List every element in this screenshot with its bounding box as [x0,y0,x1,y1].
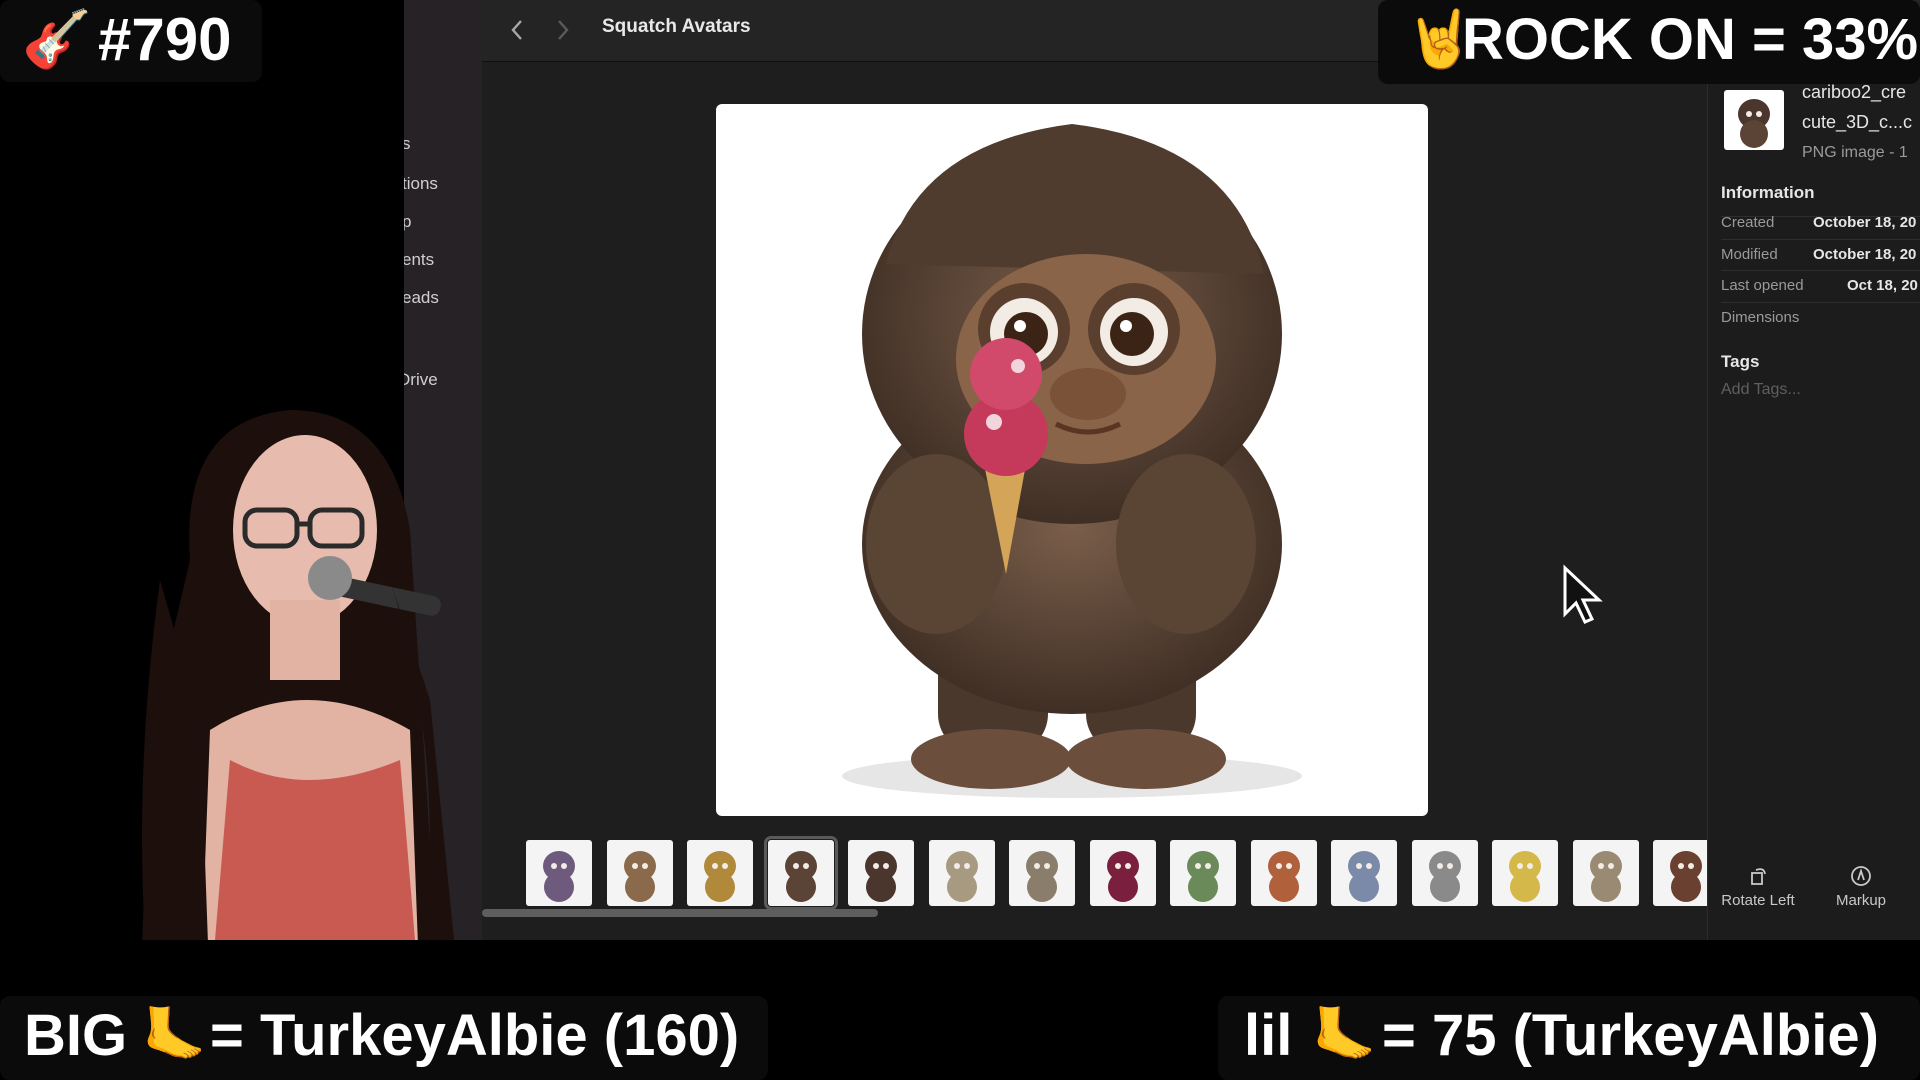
created-value: October 18, 20 [1813,214,1917,231]
episode-number: #790 [98,6,232,73]
sasquatch-thumbnail [784,851,817,902]
sasquatch-thumbnail [865,851,897,902]
lil-value: = 75 (TurkeyAlbie) [1382,1003,1879,1068]
scrollbar-thumb[interactable] [482,909,878,917]
image-preview [716,104,1428,816]
file-name-line2: cute_3D_c...c [1802,112,1913,132]
chevron-left-icon [511,20,522,40]
file-kind: PNG image - 1 [1802,144,1908,161]
sasquatch-thumbnail [1509,851,1541,902]
file-thumbnail [1724,90,1784,150]
big-label: BIG [24,1003,128,1068]
rotate-left-button[interactable]: Rotate Left [1708,864,1808,909]
foot-icon: 🦶 [1312,1006,1377,1064]
divider [1721,302,1920,303]
finder-window: s tions p ents eads Drive Squatch Avatar… [404,0,1920,940]
markup-label: Markup [1835,892,1887,909]
last-opened-value: Oct 18, 20 [1847,277,1918,294]
thumbnail-item[interactable] [606,840,673,906]
sasquatch-thumbnail [1267,851,1300,902]
modified-label: Modified [1721,246,1778,263]
rotate-left-label: Rotate Left [1721,892,1795,909]
information-heading: Information [1721,183,1815,202]
thumbnail-item[interactable] [1492,840,1558,906]
sidebar-item[interactable]: tions [404,174,438,194]
thumbnail-item[interactable] [1009,840,1075,906]
sasquatch-thumbnail [1348,851,1380,902]
thumbnail-item[interactable] [1411,840,1478,906]
dimensions-label: Dimensions [1721,309,1800,326]
forward-button[interactable] [548,12,578,48]
sasquatch-thumbnail [704,851,736,902]
mouse-cursor-icon [1563,564,1603,624]
thumbnail-item[interactable] [1089,840,1156,906]
sidebar-item[interactable]: p [404,212,411,232]
sasquatch-thumbnail [1428,851,1461,902]
thumbnail-item[interactable] [1250,840,1317,906]
sasquatch-thumbnail [1026,851,1058,902]
lil-label: lil [1244,1003,1293,1068]
sidebar-item[interactable]: Drive [404,370,438,390]
file-name-line1: cariboo2_cre [1802,82,1907,102]
thumbnail-item[interactable] [1170,840,1236,906]
thumbnail-item[interactable] [848,840,914,906]
tags-heading: Tags [1721,352,1760,371]
thumbnail-item[interactable] [1331,840,1397,906]
sasquatch-thumbnail [543,851,575,902]
thumbnail-item[interactable] [928,840,995,906]
sasquatch-thumbnail [1187,851,1219,902]
chevron-right-icon [558,20,569,40]
sasquatch-thumbnail [1589,851,1622,902]
horizontal-scrollbar[interactable] [482,906,1707,918]
sasquatch-thumbnail [1106,851,1139,902]
sasquatch-thumbnail [1738,99,1770,148]
sasquatch-thumbnail [623,851,656,902]
divider [1721,270,1920,271]
sasquatch-image [842,124,1302,798]
rock-on-text: ROCK ON = 33% [1462,7,1919,72]
add-tags-input[interactable]: Add Tags... [1721,381,1801,399]
sidebar-item[interactable]: s [404,134,411,154]
thumbnail-item[interactable] [763,836,838,910]
guitar-icon: 🎸 [22,7,92,70]
sidebar-item[interactable]: ents [404,250,434,270]
back-button[interactable] [502,12,532,48]
last-opened-label: Last opened [1721,277,1804,294]
big-value: = TurkeyAlbie (160) [210,1003,740,1068]
thumbnail-item[interactable] [687,840,753,906]
created-label: Created [1721,214,1775,231]
window-title: Squatch Avatars [602,16,751,37]
modified-value: October 18, 20 [1813,246,1917,263]
rotate-left-icon [1751,868,1766,885]
inspector-panel: cariboo2_cre cute_3D_c...c PNG image - 1… [1707,62,1920,940]
webcam-streamer [140,410,460,1000]
foot-icon: 🦶 [142,1006,207,1064]
markup-icon [1851,866,1871,886]
thumbnail-item[interactable] [526,840,592,906]
sidebar-item[interactable]: eads [404,288,439,308]
markup-button[interactable]: Markup [1811,864,1911,909]
thumbnail-item[interactable] [1572,840,1639,906]
gallery-content [482,62,1719,940]
sasquatch-thumbnail [945,851,978,902]
divider [1721,239,1920,240]
